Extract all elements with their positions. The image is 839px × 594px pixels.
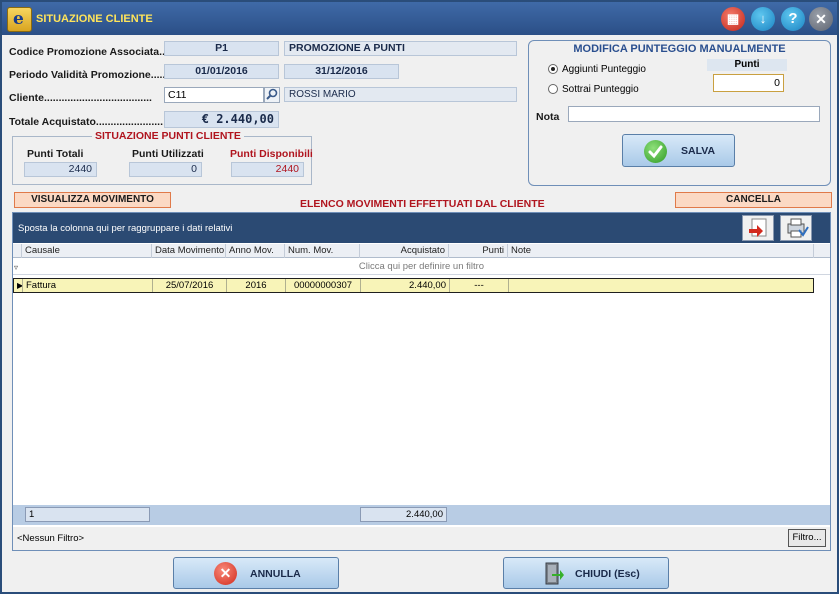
salva-label: SALVA (681, 145, 716, 157)
help-icon[interactable]: ? (781, 7, 805, 31)
salva-button[interactable]: SALVA (622, 134, 735, 167)
cell-data: 25/07/2016 (153, 279, 227, 292)
chiudi-button[interactable]: CHIUDI (Esc) (503, 557, 669, 589)
radio-sottrai[interactable] (548, 84, 558, 94)
modifica-punteggio-panel: MODIFICA PUNTEGGIO MANUALMENTE Aggiunti … (528, 40, 831, 186)
situazione-punti-group (12, 136, 312, 185)
annulla-button[interactable]: ✕ ANNULLA (173, 557, 339, 589)
movimenti-grid: Sposta la colonna qui per raggruppare i … (12, 212, 831, 551)
cell-note (509, 279, 813, 292)
app-logo-icon: e (7, 7, 32, 32)
col-data-movimento[interactable]: Data Movimento (152, 244, 226, 258)
cell-acquistato: 2.440,00 (361, 279, 450, 292)
title-bar: e SITUAZIONE CLIENTE ▦ ↓ ? ✕ (2, 2, 837, 35)
punti-totali-value: 2440 (24, 162, 97, 177)
situazione-punti-title: SITUAZIONE PUNTI CLIENTE (92, 130, 244, 142)
chiudi-label: CHIUDI (Esc) (575, 568, 640, 580)
cliente-label: Cliente.................................… (9, 92, 152, 104)
summary-acquistato: 2.440,00 (360, 507, 447, 522)
col-causale[interactable]: Causale (22, 244, 152, 258)
print-preview-icon[interactable] (780, 215, 812, 241)
download-icon[interactable]: ↓ (751, 7, 775, 31)
totale-label: Totale Acquistato....................... (9, 116, 164, 128)
close-icon[interactable]: ✕ (809, 7, 833, 31)
filter-status: <Nessun Filtro> (17, 533, 85, 544)
col-punti[interactable]: Punti (449, 244, 508, 258)
punti-header: Punti (707, 59, 787, 71)
modifica-title: MODIFICA PUNTEGGIO MANUALMENTE (573, 43, 786, 55)
nota-label: Nota (536, 111, 560, 123)
group-by-area[interactable]: Sposta la colonna qui per raggruppare i … (13, 213, 830, 243)
filter-row[interactable]: ▿ Clicca qui per definire un filtro (13, 259, 830, 275)
col-num-mov[interactable]: Num. Mov. (285, 244, 360, 258)
annulla-label: ANNULLA (250, 568, 301, 580)
table-row[interactable]: ▶ Fattura 25/07/2016 2016 00000000307 2.… (13, 278, 814, 293)
cancella-button[interactable]: CANCELLA (675, 192, 832, 208)
summary-row: 1 2.440,00 (13, 505, 830, 525)
check-icon (644, 140, 667, 163)
visualizza-movimento-button[interactable]: VISUALIZZA MOVIMENTO (14, 192, 171, 208)
codice-value: P1 (164, 41, 279, 56)
filter-status-bar: <Nessun Filtro> Filtro... (13, 527, 830, 550)
row-indicator-icon: ▶ (14, 279, 23, 292)
periodo-label: Periodo Validità Promozione........ (9, 69, 175, 81)
radio-aggiungi[interactable] (548, 64, 558, 74)
radio-aggiungi-label: Aggiunti Punteggio (562, 64, 646, 75)
punti-input[interactable]: 0 (713, 74, 784, 92)
elenco-movimenti-title: ELENCO MOVIMENTI EFFETTUATI DAL CLIENTE (300, 198, 545, 210)
promo-name: PROMOZIONE A PUNTI (284, 41, 517, 56)
cell-anno: 2016 (227, 279, 286, 292)
nota-input[interactable] (568, 106, 820, 122)
summary-count: 1 (25, 507, 150, 522)
col-note[interactable]: Note (508, 244, 814, 258)
cell-num: 00000000307 (286, 279, 361, 292)
header-indicator (13, 244, 22, 258)
calculator-icon[interactable]: ▦ (721, 7, 745, 31)
punti-totali-label: Punti Totali (27, 148, 84, 160)
cliente-code-input[interactable]: C11 (164, 87, 264, 103)
group-hint: Sposta la colonna qui per raggruppare i … (18, 223, 233, 234)
filtro-button[interactable]: Filtro... (788, 529, 826, 547)
exit-door-icon (542, 561, 564, 589)
totale-value: € 2.440,00 (164, 111, 279, 128)
punti-utilizzati-label: Punti Utilizzati (132, 148, 204, 160)
cell-punti: --- (450, 279, 509, 292)
periodo-to: 31/12/2016 (284, 64, 399, 79)
export-icon[interactable] (742, 215, 774, 241)
situazione-cliente-window: e SITUAZIONE CLIENTE ▦ ↓ ? ✕ Codice Prom… (0, 0, 839, 594)
codice-label: Codice Promozione Associata.... (9, 46, 171, 58)
cancel-icon: ✕ (214, 562, 237, 585)
window-title: SITUAZIONE CLIENTE (36, 13, 153, 25)
punti-utilizzati-value: 0 (129, 162, 202, 177)
col-anno-mov[interactable]: Anno Mov. (226, 244, 285, 258)
cliente-name: ROSSI MARIO (284, 87, 517, 102)
filter-hint: Clicca qui per definire un filtro (358, 261, 485, 272)
punti-disponibili-value: 2440 (231, 162, 304, 177)
grid-header: Causale Data Movimento Anno Mov. Num. Mo… (13, 244, 830, 258)
cell-causale: Fattura (23, 279, 153, 292)
col-acquistato[interactable]: Acquistato (360, 244, 449, 258)
search-icon[interactable] (264, 87, 280, 103)
periodo-from: 01/01/2016 (164, 64, 279, 79)
radio-sottrai-label: Sottrai Punteggio (562, 84, 639, 95)
punti-disponibili-label: Punti Disponibili (230, 148, 313, 160)
